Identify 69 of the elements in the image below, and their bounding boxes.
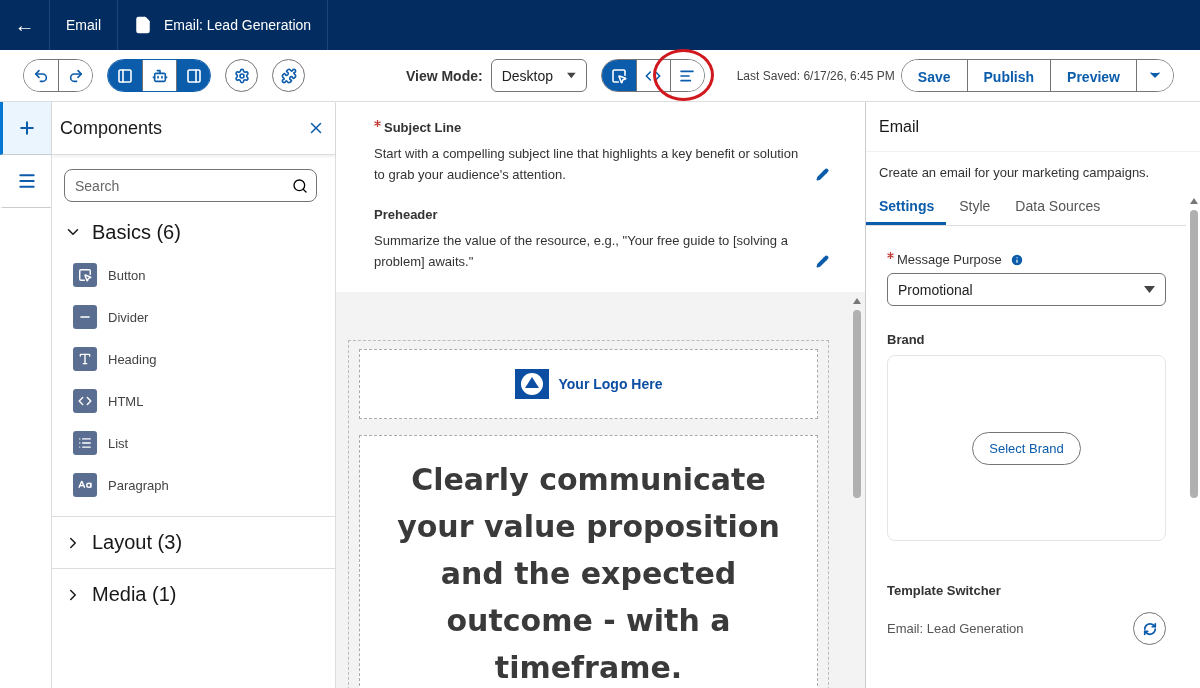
info-icon[interactable] bbox=[1009, 252, 1024, 267]
last-saved-text: Last Saved: 6/17/26, 6:45 PM bbox=[736, 68, 895, 83]
tab[interactable]: Data Sources bbox=[1002, 198, 1113, 225]
scroll-up-icon[interactable] bbox=[853, 298, 861, 304]
left-panel-icon bbox=[117, 67, 133, 84]
menu-dropdown-button[interactable] bbox=[1136, 60, 1173, 91]
undo-icon bbox=[33, 67, 49, 84]
section-header[interactable]: Media (1) bbox=[52, 568, 335, 620]
pointer-icon bbox=[610, 67, 627, 84]
edit-icon[interactable] bbox=[816, 168, 829, 181]
header-tab[interactable]: Email: Lead Generation bbox=[164, 17, 312, 33]
plus-icon bbox=[17, 118, 37, 138]
scroll-up-icon[interactable] bbox=[1190, 198, 1198, 204]
header-tab[interactable]: Email bbox=[66, 17, 101, 33]
scrollbar[interactable] bbox=[1190, 210, 1198, 498]
component-item[interactable]: Heading bbox=[108, 351, 157, 367]
component-item[interactable]: Divider bbox=[108, 309, 149, 325]
puzzle-icon bbox=[280, 67, 297, 84]
headline: Clearly communicate your value proposition and the expected outcome - with a timeframe. bbox=[396, 461, 781, 687]
panel-title: Components bbox=[60, 117, 163, 139]
logo-text: Your Logo Here bbox=[558, 376, 663, 392]
right-panel-icon bbox=[185, 67, 202, 84]
settings-button[interactable] bbox=[225, 59, 258, 92]
panel-toggle-button[interactable] bbox=[176, 60, 210, 91]
select-brand-button[interactable]: Select Brand bbox=[972, 431, 1081, 465]
letter-icon bbox=[78, 352, 92, 366]
extension-button[interactable] bbox=[272, 59, 305, 92]
search-field[interactable]: Search bbox=[64, 169, 317, 202]
message-purpose-dropdown[interactable]: Promotional bbox=[887, 273, 1166, 306]
logo-icon bbox=[514, 369, 549, 399]
section-header[interactable]: Basics (6) bbox=[52, 210, 335, 254]
template-name: Email: Lead Generation bbox=[887, 621, 1024, 636]
panel-title: Email bbox=[879, 117, 919, 136]
switch-template-button[interactable] bbox=[1133, 612, 1166, 645]
mode-toggle-button[interactable] bbox=[669, 60, 704, 91]
component-item[interactable]: List bbox=[108, 435, 129, 451]
code-icon bbox=[78, 394, 92, 408]
component-item[interactable]: HTML bbox=[108, 393, 144, 409]
field-text: Start with a compelling subject line that highlights a key benefit or solution to grab your audience's attention. bbox=[374, 145, 800, 184]
robot-icon bbox=[151, 67, 168, 84]
tab[interactable]: Settings bbox=[866, 198, 947, 225]
menu-icon bbox=[17, 171, 37, 191]
search-icon bbox=[292, 177, 308, 194]
view-mode-dropdown[interactable]: Desktop bbox=[490, 59, 587, 92]
field-text: Summarize the value of the resource, e.g., "Your free guide to [solving a problem] awaits." bbox=[374, 232, 789, 271]
redo-button[interactable] bbox=[58, 60, 92, 91]
list-icon bbox=[78, 436, 92, 450]
field-label: Template Switcher bbox=[887, 583, 1002, 598]
tab[interactable]: Style bbox=[946, 198, 1003, 225]
document-icon bbox=[134, 16, 152, 34]
swap-icon bbox=[1142, 621, 1157, 636]
scrollbar[interactable] bbox=[853, 310, 861, 498]
edit-icon[interactable] bbox=[816, 255, 829, 268]
redo-icon bbox=[67, 67, 84, 84]
pointer-icon bbox=[78, 268, 92, 282]
caret-icon bbox=[567, 72, 576, 79]
field-label: Subject Line bbox=[384, 120, 462, 135]
caret-icon bbox=[1144, 286, 1155, 293]
field-label: Preheader bbox=[374, 207, 438, 222]
field-label: Brand bbox=[887, 332, 926, 347]
mode-toggle-button[interactable] bbox=[601, 60, 636, 91]
panel-toggle-button[interactable] bbox=[108, 60, 142, 91]
component-item[interactable]: Paragraph bbox=[108, 477, 169, 493]
field-label: Message Purpose bbox=[897, 252, 1002, 267]
panel-description: Create an email for your marketing campaigns. bbox=[878, 164, 1151, 182]
view-mode-label: View Mode: bbox=[405, 67, 483, 84]
component-item[interactable]: Button bbox=[108, 267, 146, 283]
settings-icon bbox=[233, 67, 250, 84]
section-header[interactable]: Layout (3) bbox=[52, 516, 335, 568]
